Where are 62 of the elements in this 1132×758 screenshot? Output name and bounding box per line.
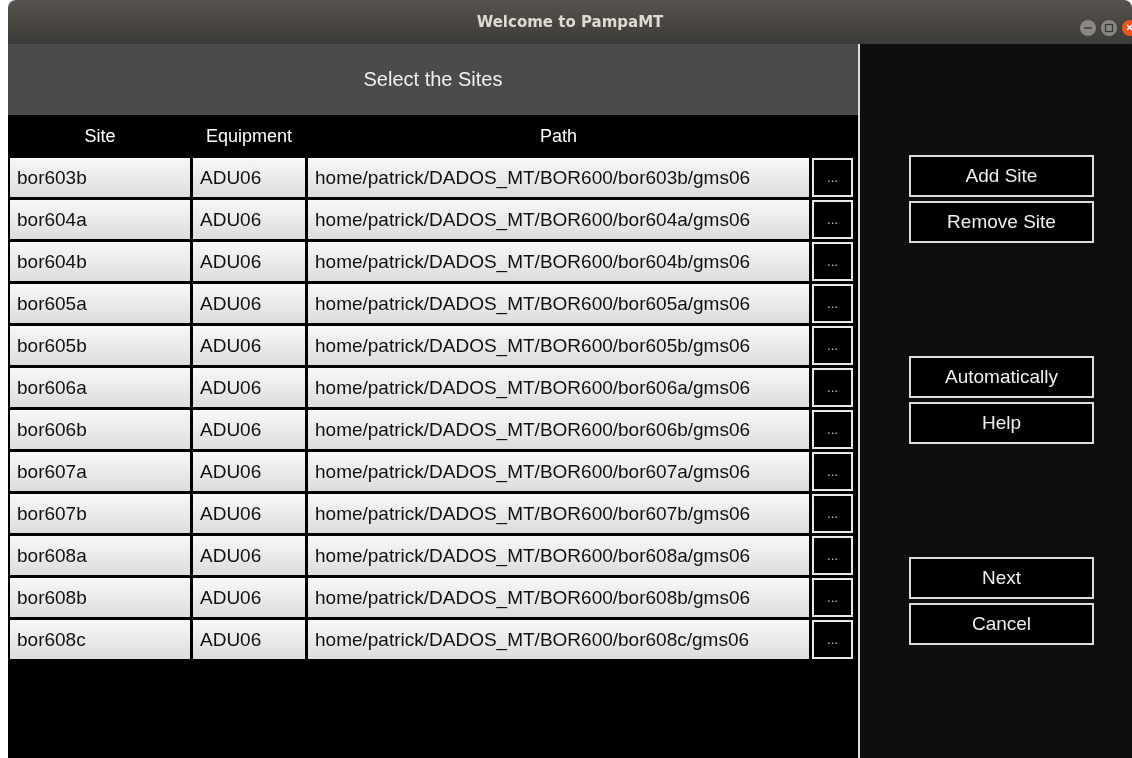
site-field[interactable]: bor604a bbox=[10, 200, 190, 239]
minimize-icon[interactable] bbox=[1080, 20, 1096, 36]
site-field[interactable]: bor604b bbox=[10, 242, 190, 281]
action-button[interactable]: Help bbox=[909, 402, 1094, 444]
site-field[interactable]: bor608c bbox=[10, 620, 190, 659]
equipment-field[interactable]: ADU06 bbox=[193, 326, 305, 365]
site-field[interactable]: bor607b bbox=[10, 494, 190, 533]
site-field[interactable]: bor606b bbox=[10, 410, 190, 449]
site-field[interactable]: bor607a bbox=[10, 452, 190, 491]
path-field[interactable]: home/patrick/DADOS_MT/BOR600/bor608a/gms06 bbox=[308, 536, 809, 575]
maximize-icon[interactable] bbox=[1101, 20, 1117, 36]
window-title: Welcome to PampaMT bbox=[476, 13, 664, 31]
browse-button[interactable]: ... bbox=[812, 200, 853, 239]
action-button[interactable]: Cancel bbox=[909, 603, 1094, 645]
site-field[interactable]: bor605b bbox=[10, 326, 190, 365]
path-field[interactable]: home/patrick/DADOS_MT/BOR600/bor607a/gms06 bbox=[308, 452, 809, 491]
column-header: Equipment bbox=[204, 126, 294, 147]
path-field[interactable]: home/patrick/DADOS_MT/BOR600/bor606b/gms06 bbox=[308, 410, 809, 449]
browse-button[interactable]: ... bbox=[812, 452, 853, 491]
action-button[interactable]: Automatically bbox=[909, 356, 1094, 398]
site-field[interactable]: bor606a bbox=[10, 368, 190, 407]
path-field[interactable]: home/patrick/DADOS_MT/BOR600/bor606a/gms06 bbox=[308, 368, 809, 407]
equipment-field[interactable]: ADU06 bbox=[193, 242, 305, 281]
equipment-field[interactable]: ADU06 bbox=[193, 578, 305, 617]
action-button[interactable]: Next bbox=[909, 557, 1094, 599]
equipment-field[interactable]: ADU06 bbox=[193, 284, 305, 323]
path-field[interactable]: home/patrick/DADOS_MT/BOR600/bor608b/gms06 bbox=[308, 578, 809, 617]
browse-button[interactable]: ... bbox=[812, 620, 853, 659]
equipment-field[interactable]: ADU06 bbox=[193, 536, 305, 575]
site-field[interactable]: bor608b bbox=[10, 578, 190, 617]
browse-button[interactable]: ... bbox=[812, 284, 853, 323]
path-field[interactable]: home/patrick/DADOS_MT/BOR600/bor604a/gms06 bbox=[308, 200, 809, 239]
equipment-field[interactable]: ADU06 bbox=[193, 494, 305, 533]
close-icon[interactable] bbox=[1122, 20, 1132, 36]
action-button[interactable]: Add Site bbox=[909, 155, 1094, 197]
site-field[interactable]: bor605a bbox=[10, 284, 190, 323]
equipment-field[interactable]: ADU06 bbox=[193, 410, 305, 449]
site-field[interactable]: bor603b bbox=[10, 158, 190, 197]
equipment-field[interactable]: ADU06 bbox=[193, 368, 305, 407]
site-field[interactable]: bor608a bbox=[10, 536, 190, 575]
browse-button[interactable]: ... bbox=[812, 410, 853, 449]
column-header: Path bbox=[539, 126, 578, 147]
equipment-field[interactable]: ADU06 bbox=[193, 620, 305, 659]
browse-button[interactable]: ... bbox=[812, 494, 853, 533]
equipment-field[interactable]: ADU06 bbox=[193, 158, 305, 197]
path-field[interactable]: home/patrick/DADOS_MT/BOR600/bor603b/gms06 bbox=[308, 158, 809, 197]
browse-button[interactable]: ... bbox=[812, 368, 853, 407]
browse-button[interactable]: ... bbox=[812, 158, 853, 197]
browse-button[interactable]: ... bbox=[812, 242, 853, 281]
equipment-field[interactable]: ADU06 bbox=[193, 200, 305, 239]
path-field[interactable]: home/patrick/DADOS_MT/BOR600/bor604b/gms06 bbox=[308, 242, 809, 281]
browse-button[interactable]: ... bbox=[812, 326, 853, 365]
path-field[interactable]: home/patrick/DADOS_MT/BOR600/bor608c/gms06 bbox=[308, 620, 809, 659]
path-field[interactable]: home/patrick/DADOS_MT/BOR600/bor605a/gms06 bbox=[308, 284, 809, 323]
browse-button[interactable]: ... bbox=[812, 578, 853, 617]
equipment-field[interactable]: ADU06 bbox=[193, 452, 305, 491]
action-button[interactable]: Remove Site bbox=[909, 201, 1094, 243]
column-header: Site bbox=[83, 126, 117, 147]
browse-button[interactable]: ... bbox=[812, 536, 853, 575]
panel-title: Select the Sites bbox=[363, 68, 503, 91]
path-field[interactable]: home/patrick/DADOS_MT/BOR600/bor605b/gms06 bbox=[308, 326, 809, 365]
path-field[interactable]: home/patrick/DADOS_MT/BOR600/bor607b/gms06 bbox=[308, 494, 809, 533]
